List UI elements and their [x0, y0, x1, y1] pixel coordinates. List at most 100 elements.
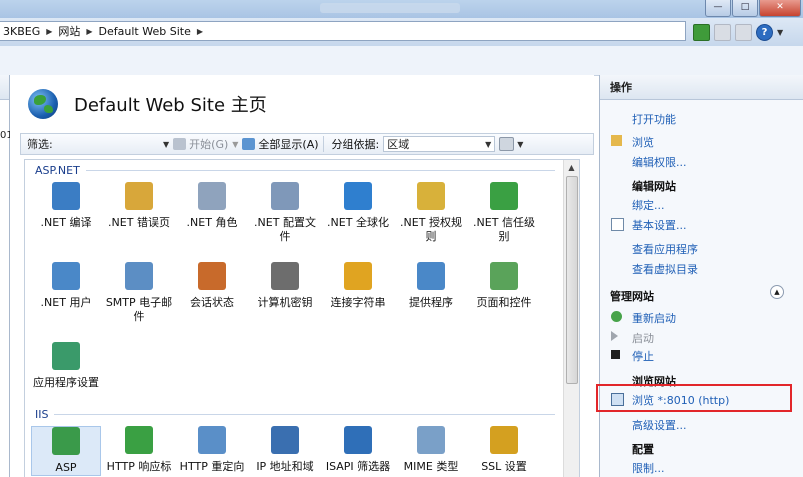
- chevron-down-icon[interactable]: ▼: [232, 140, 238, 149]
- dotnet-trust-level-icon: [490, 182, 518, 210]
- view-mode-button[interactable]: ▼: [499, 137, 523, 151]
- breadcrumb[interactable]: 3KBEG ▶ 网站 ▶ Default Web Site ▶: [0, 21, 686, 41]
- limits-link[interactable]: 限制...: [632, 460, 665, 476]
- feature-label: HTTP 重定向: [179, 460, 245, 473]
- vertical-scrollbar[interactable]: ▲: [563, 160, 579, 477]
- manage-site-section: 管理网站: [610, 290, 654, 303]
- feature-label: .NET 错误页: [108, 216, 170, 229]
- feature-tile[interactable]: 计算机密钥: [250, 262, 320, 310]
- feature-label: SSL 设置: [481, 460, 527, 473]
- view-virtual-dirs-link[interactable]: 查看虚拟目录: [632, 261, 698, 277]
- filter-input[interactable]: [53, 136, 163, 152]
- start-filter-label: 开始(G): [189, 138, 229, 151]
- feature-label: .NET 授权规则: [400, 216, 462, 243]
- feature-tile[interactable]: .NET 角色: [177, 182, 247, 230]
- feature-tile[interactable]: .NET 错误页: [104, 182, 174, 230]
- filter-dropdown-icon[interactable]: ▼: [163, 140, 169, 149]
- feature-label: IP 地址和域: [256, 460, 314, 473]
- scroll-up-icon[interactable]: ▲: [564, 160, 579, 175]
- stop-link[interactable]: 停止: [632, 348, 654, 364]
- breadcrumb-arrow-icon[interactable]: ▶: [86, 27, 92, 36]
- providers-icon: [417, 262, 445, 290]
- breadcrumb-item-sites[interactable]: 网站: [58, 23, 80, 39]
- feature-tile[interactable]: .NET 信任级别: [469, 182, 539, 244]
- group-header-aspnet[interactable]: ASP.NET: [35, 164, 555, 177]
- globe-icon: [28, 89, 58, 119]
- help-icon[interactable]: ?: [756, 24, 773, 41]
- feature-label: ISAPI 筛选器: [325, 460, 391, 473]
- start-link[interactable]: 启动: [632, 330, 654, 346]
- feature-tile[interactable]: SSL 设置: [469, 426, 539, 474]
- open-feature-link[interactable]: 打开功能: [632, 111, 676, 127]
- edit-permissions-link[interactable]: 编辑权限...: [632, 154, 687, 170]
- bindings-link[interactable]: 绑定...: [632, 197, 665, 213]
- refresh-go-icon[interactable]: [693, 24, 710, 41]
- breadcrumb-arrow-icon[interactable]: ▶: [197, 27, 203, 36]
- feature-tile[interactable]: ASP: [31, 426, 101, 476]
- feature-tile[interactable]: .NET 配置文件: [250, 182, 320, 244]
- dotnet-roles-icon: [198, 182, 226, 210]
- machine-key-icon: [271, 262, 299, 290]
- feature-tile[interactable]: .NET 全球化: [323, 182, 393, 230]
- feature-tile[interactable]: SMTP 电子邮件: [104, 262, 174, 324]
- connection-strings-icon: [344, 262, 372, 290]
- scroll-thumb[interactable]: [566, 176, 578, 384]
- advanced-settings-link[interactable]: 高级设置...: [632, 417, 687, 433]
- home-icon[interactable]: [735, 24, 752, 41]
- collapse-section-icon[interactable]: ▲: [770, 285, 784, 299]
- view-applications-link[interactable]: 查看应用程序: [632, 241, 698, 257]
- feature-tile[interactable]: 页面和控件: [469, 262, 539, 310]
- feature-tile[interactable]: MIME 类型: [396, 426, 466, 474]
- ip-domain-icon: [271, 426, 299, 454]
- group-divider: [85, 170, 555, 171]
- dotnet-authorization-icon: [417, 182, 445, 210]
- breadcrumb-item-site[interactable]: Default Web Site: [99, 25, 191, 38]
- maximize-button[interactable]: □: [732, 0, 758, 17]
- browse-link[interactable]: 浏览: [632, 134, 654, 150]
- feature-tile[interactable]: ISAPI 筛选器: [323, 426, 393, 474]
- blurred-title: [320, 3, 460, 13]
- feature-label: 应用程序设置: [33, 376, 99, 389]
- feature-tile[interactable]: .NET 用户: [31, 262, 101, 310]
- feature-tile[interactable]: 会话状态: [177, 262, 247, 310]
- feature-label: MIME 类型: [403, 460, 459, 473]
- chevron-down-icon: ▼: [517, 139, 524, 149]
- start-play-icon: [611, 331, 618, 341]
- group-header-iis[interactable]: IIS: [35, 408, 555, 421]
- breadcrumb-item-server[interactable]: 3KBEG: [3, 25, 40, 38]
- group-divider: [54, 414, 555, 415]
- feature-tile[interactable]: 应用程序设置: [31, 342, 101, 390]
- show-all-button[interactable]: 全部显示(A): [242, 136, 319, 152]
- feature-label: .NET 编译: [40, 216, 92, 229]
- close-button[interactable]: ✕: [759, 0, 801, 17]
- feature-tile[interactable]: HTTP 响应标: [104, 426, 174, 474]
- mime-types-icon: [417, 426, 445, 454]
- chevron-down-icon: ▼: [485, 139, 492, 149]
- feature-tile[interactable]: .NET 编译: [31, 182, 101, 230]
- toolbar-divider: [322, 136, 324, 152]
- feature-tile[interactable]: 提供程序: [396, 262, 466, 310]
- dotnet-profile-icon: [271, 182, 299, 210]
- restart-link[interactable]: 重新启动: [632, 310, 676, 326]
- feature-label: 提供程序: [409, 296, 453, 309]
- chevron-down-icon[interactable]: ▼: [777, 28, 783, 37]
- feature-label: .NET 用户: [40, 296, 92, 309]
- http-response-headers-icon: [125, 426, 153, 454]
- isapi-filters-icon: [344, 426, 372, 454]
- address-bar: 3KBEG ▶ 网站 ▶ Default Web Site ▶ ? ▼: [0, 18, 803, 47]
- feature-tile[interactable]: 连接字符串: [323, 262, 393, 310]
- feature-tile[interactable]: IP 地址和域: [250, 426, 320, 474]
- dotnet-compile-icon: [52, 182, 80, 210]
- stop-square-icon: [611, 350, 620, 359]
- minimize-button[interactable]: —: [705, 0, 731, 17]
- group-by-select[interactable]: 区域 ▼: [383, 136, 496, 152]
- group-title: ASP.NET: [35, 164, 80, 177]
- breadcrumb-arrow-icon[interactable]: ▶: [46, 27, 52, 36]
- feature-tile[interactable]: .NET 授权规则: [396, 182, 466, 244]
- basic-settings-link[interactable]: 基本设置...: [632, 217, 687, 233]
- feature-tile[interactable]: HTTP 重定向: [177, 426, 247, 474]
- start-filter-button[interactable]: 开始(G): [173, 136, 228, 152]
- window-title-bar: — □ ✕: [0, 0, 803, 18]
- stop-icon[interactable]: [714, 24, 731, 41]
- actions-panel: 操作 打开功能 浏览 编辑权限... 编辑网站 绑定... 基本设置... 查看…: [599, 75, 803, 477]
